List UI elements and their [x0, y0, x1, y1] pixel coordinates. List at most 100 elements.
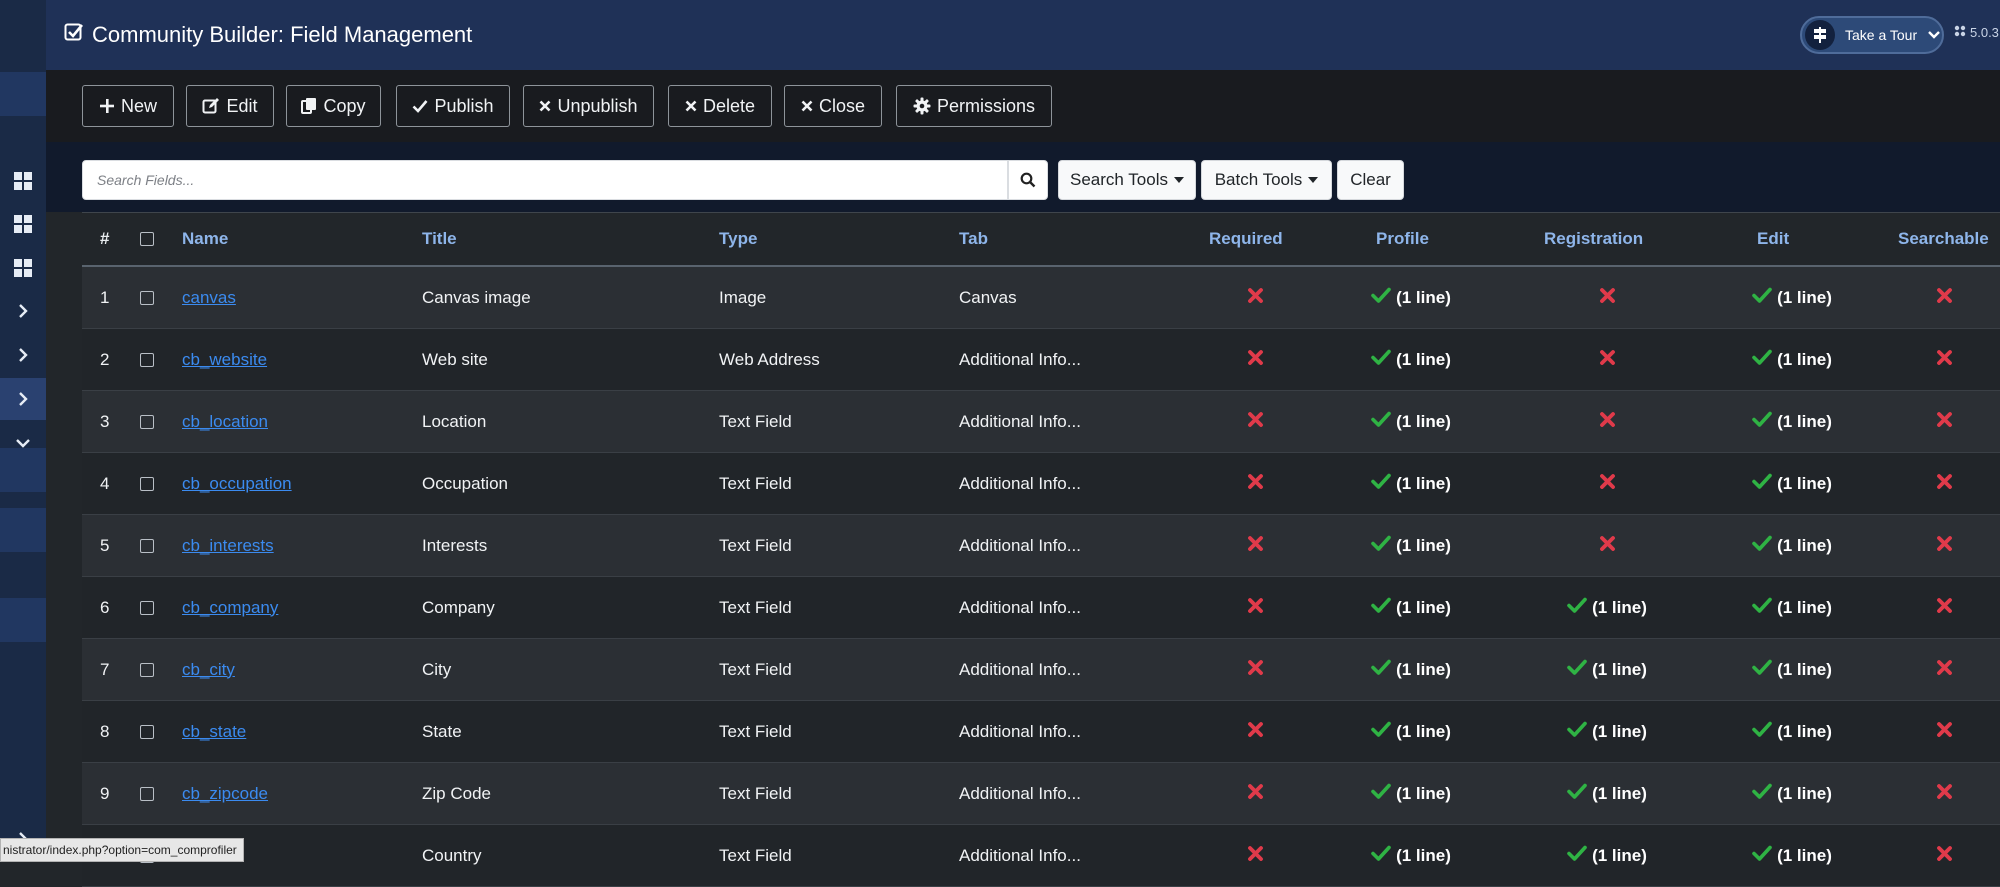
row-checkbox[interactable]: [140, 577, 160, 638]
profile-status[interactable]: (1 line): [1348, 515, 1474, 576]
field-name-link[interactable]: cb_location: [182, 412, 268, 432]
row-checkbox[interactable]: [140, 701, 160, 762]
chevron-right-icon[interactable]: [0, 378, 46, 420]
required-status[interactable]: [1209, 267, 1301, 328]
chevron-down-icon[interactable]: [0, 422, 46, 464]
delete-button[interactable]: Delete: [668, 85, 772, 127]
registration-status[interactable]: [1544, 453, 1670, 514]
profile-status[interactable]: (1 line): [1348, 825, 1474, 886]
row-checkbox[interactable]: [140, 515, 160, 576]
edit-status[interactable]: (1 line): [1729, 391, 1855, 452]
registration-status[interactable]: [1544, 267, 1670, 328]
copy-button[interactable]: Copy: [286, 85, 381, 127]
field-name-link[interactable]: cb_website: [182, 350, 267, 370]
edit-status[interactable]: (1 line): [1729, 515, 1855, 576]
dashboard-icon[interactable]: [0, 160, 46, 202]
required-status[interactable]: [1209, 763, 1301, 824]
publish-button[interactable]: Publish: [396, 85, 510, 127]
edit-status[interactable]: (1 line): [1729, 577, 1855, 638]
edit-status[interactable]: (1 line): [1729, 329, 1855, 390]
searchable-status[interactable]: [1898, 763, 1990, 824]
registration-status[interactable]: (1 line): [1544, 701, 1670, 762]
column-header-searchable[interactable]: Searchable: [1898, 229, 1989, 249]
row-checkbox[interactable]: [140, 763, 160, 824]
clear-button[interactable]: Clear: [1337, 160, 1404, 200]
column-header-tab[interactable]: Tab: [959, 229, 988, 249]
status-bar-url: nistrator/index.php?option=com_comprofil…: [0, 838, 244, 862]
profile-status[interactable]: (1 line): [1348, 701, 1474, 762]
chevron-right-icon[interactable]: [0, 290, 46, 332]
row-checkbox[interactable]: [140, 267, 160, 328]
profile-status[interactable]: (1 line): [1348, 763, 1474, 824]
field-name-link[interactable]: cb_zipcode: [182, 784, 268, 804]
dashboard-icon[interactable]: [0, 247, 46, 289]
searchable-status[interactable]: [1898, 825, 1990, 886]
chevron-right-icon[interactable]: [0, 334, 46, 376]
edit-status[interactable]: (1 line): [1729, 825, 1855, 886]
required-status[interactable]: [1209, 701, 1301, 762]
required-status[interactable]: [1209, 391, 1301, 452]
column-header-edit[interactable]: Edit: [1757, 229, 1789, 249]
profile-status[interactable]: (1 line): [1348, 391, 1474, 452]
row-checkbox[interactable]: [140, 453, 160, 514]
registration-status[interactable]: [1544, 329, 1670, 390]
field-name-link[interactable]: canvas: [182, 288, 236, 308]
registration-status[interactable]: (1 line): [1544, 577, 1670, 638]
row-checkbox[interactable]: [140, 391, 160, 452]
column-header-title[interactable]: Title: [422, 229, 457, 249]
searchable-status[interactable]: [1898, 391, 1990, 452]
field-name-link[interactable]: cb_company: [182, 598, 278, 618]
required-status[interactable]: [1209, 515, 1301, 576]
column-header-name[interactable]: Name: [182, 229, 228, 249]
take-a-tour-button[interactable]: Take a Tour: [1800, 16, 1944, 54]
profile-status[interactable]: (1 line): [1348, 267, 1474, 328]
column-header-registration[interactable]: Registration: [1544, 229, 1643, 249]
registration-status[interactable]: (1 line): [1544, 825, 1670, 886]
edit-status[interactable]: (1 line): [1729, 639, 1855, 700]
search-input[interactable]: [82, 160, 1008, 200]
required-status[interactable]: [1209, 453, 1301, 514]
row-checkbox[interactable]: [140, 329, 160, 390]
field-name-link[interactable]: cb_city: [182, 660, 235, 680]
profile-status[interactable]: (1 line): [1348, 577, 1474, 638]
required-status[interactable]: [1209, 825, 1301, 886]
searchable-status[interactable]: [1898, 701, 1990, 762]
registration-status[interactable]: [1544, 391, 1670, 452]
searchable-status[interactable]: [1898, 453, 1990, 514]
searchable-status[interactable]: [1898, 329, 1990, 390]
edit-status[interactable]: (1 line): [1729, 701, 1855, 762]
field-name-link[interactable]: cb_state: [182, 722, 246, 742]
profile-status[interactable]: (1 line): [1348, 639, 1474, 700]
edit-status[interactable]: (1 line): [1729, 267, 1855, 328]
searchable-status[interactable]: [1898, 515, 1990, 576]
column-header-type[interactable]: Type: [719, 229, 757, 249]
close-button[interactable]: Close: [784, 85, 882, 127]
search-button[interactable]: [1008, 160, 1048, 200]
edit-status[interactable]: (1 line): [1729, 763, 1855, 824]
batch-tools-button[interactable]: Batch Tools: [1201, 160, 1332, 200]
edit-status[interactable]: (1 line): [1729, 453, 1855, 514]
required-status[interactable]: [1209, 639, 1301, 700]
column-header-profile[interactable]: Profile: [1376, 229, 1429, 249]
column-header-required[interactable]: Required: [1209, 229, 1283, 249]
searchable-status[interactable]: [1898, 577, 1990, 638]
profile-status[interactable]: (1 line): [1348, 453, 1474, 514]
select-all-checkbox[interactable]: [140, 232, 154, 246]
searchable-status[interactable]: [1898, 639, 1990, 700]
registration-status[interactable]: (1 line): [1544, 763, 1670, 824]
registration-status[interactable]: (1 line): [1544, 639, 1670, 700]
search-tools-button[interactable]: Search Tools: [1058, 160, 1196, 200]
profile-status[interactable]: (1 line): [1348, 329, 1474, 390]
registration-status[interactable]: [1544, 515, 1670, 576]
field-name-link[interactable]: cb_occupation: [182, 474, 292, 494]
required-status[interactable]: [1209, 577, 1301, 638]
field-name-link[interactable]: cb_interests: [182, 536, 274, 556]
required-status[interactable]: [1209, 329, 1301, 390]
row-checkbox[interactable]: [140, 639, 160, 700]
searchable-status[interactable]: [1898, 267, 1990, 328]
edit-button[interactable]: Edit: [186, 85, 274, 127]
new-button[interactable]: New: [82, 85, 174, 127]
unpublish-button[interactable]: Unpublish: [523, 85, 654, 127]
dashboard-icon[interactable]: [0, 203, 46, 245]
permissions-button[interactable]: Permissions: [896, 85, 1052, 127]
